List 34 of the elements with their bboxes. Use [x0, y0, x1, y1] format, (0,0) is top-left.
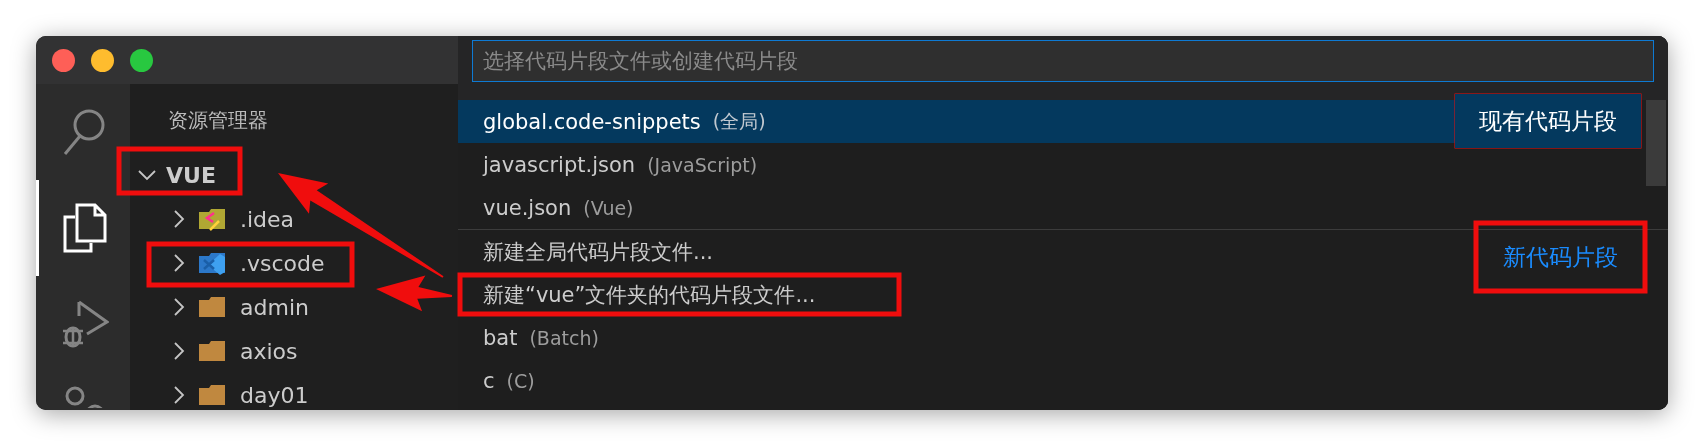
files-icon: [62, 203, 107, 253]
search-field[interactable]: 选择代码片段文件或创建代码片段: [472, 40, 1654, 82]
folder-icon: [198, 251, 226, 275]
quick-pick-item[interactable]: vue.json (Vue): [458, 186, 1455, 229]
annotation-label: 现有代码片段: [1479, 106, 1617, 136]
quick-pick-item[interactable]: 新建“vue”文件夹的代码片段文件...: [458, 273, 1455, 316]
tree-item[interactable]: admin: [240, 294, 309, 320]
item-description: (全局): [712, 108, 766, 134]
item-description: (Vue): [583, 196, 634, 219]
folder-name[interactable]: VUE: [166, 162, 216, 188]
item-description: (JavaScript): [647, 153, 758, 176]
tree-item[interactable]: axios: [240, 338, 298, 364]
item-description: (C): [506, 369, 535, 392]
folder-icon: [198, 207, 226, 231]
item-description: (Batch): [529, 326, 599, 349]
quick-pick-item[interactable]: global.code-snippets (全局): [458, 100, 1455, 143]
close-button[interactable]: [52, 48, 75, 72]
folder-icon: [198, 295, 226, 319]
quick-pick-item[interactable]: bat (Batch): [458, 316, 1455, 359]
tree-item[interactable]: .idea: [240, 206, 295, 232]
minimize-button[interactable]: [91, 48, 114, 72]
scrollbar[interactable]: [1646, 100, 1666, 186]
debug-icon: [60, 299, 109, 349]
folder-icon: [198, 339, 226, 363]
tree-item[interactable]: .vscode: [240, 250, 325, 276]
zoom-button[interactable]: [130, 48, 153, 72]
folder-icon: [198, 383, 226, 407]
panel-title: 资源管理器: [168, 108, 268, 132]
search-icon: [62, 107, 107, 157]
quick-pick-item[interactable]: javascript.json (JavaScript): [458, 143, 1455, 186]
quick-pick-item[interactable]: 新建全局代码片段文件...: [458, 230, 1455, 273]
tree-item[interactable]: day01: [240, 382, 309, 408]
quick-pick-item[interactable]: c (C): [458, 359, 1455, 402]
annotation-label: 新代码片段: [1503, 242, 1618, 272]
